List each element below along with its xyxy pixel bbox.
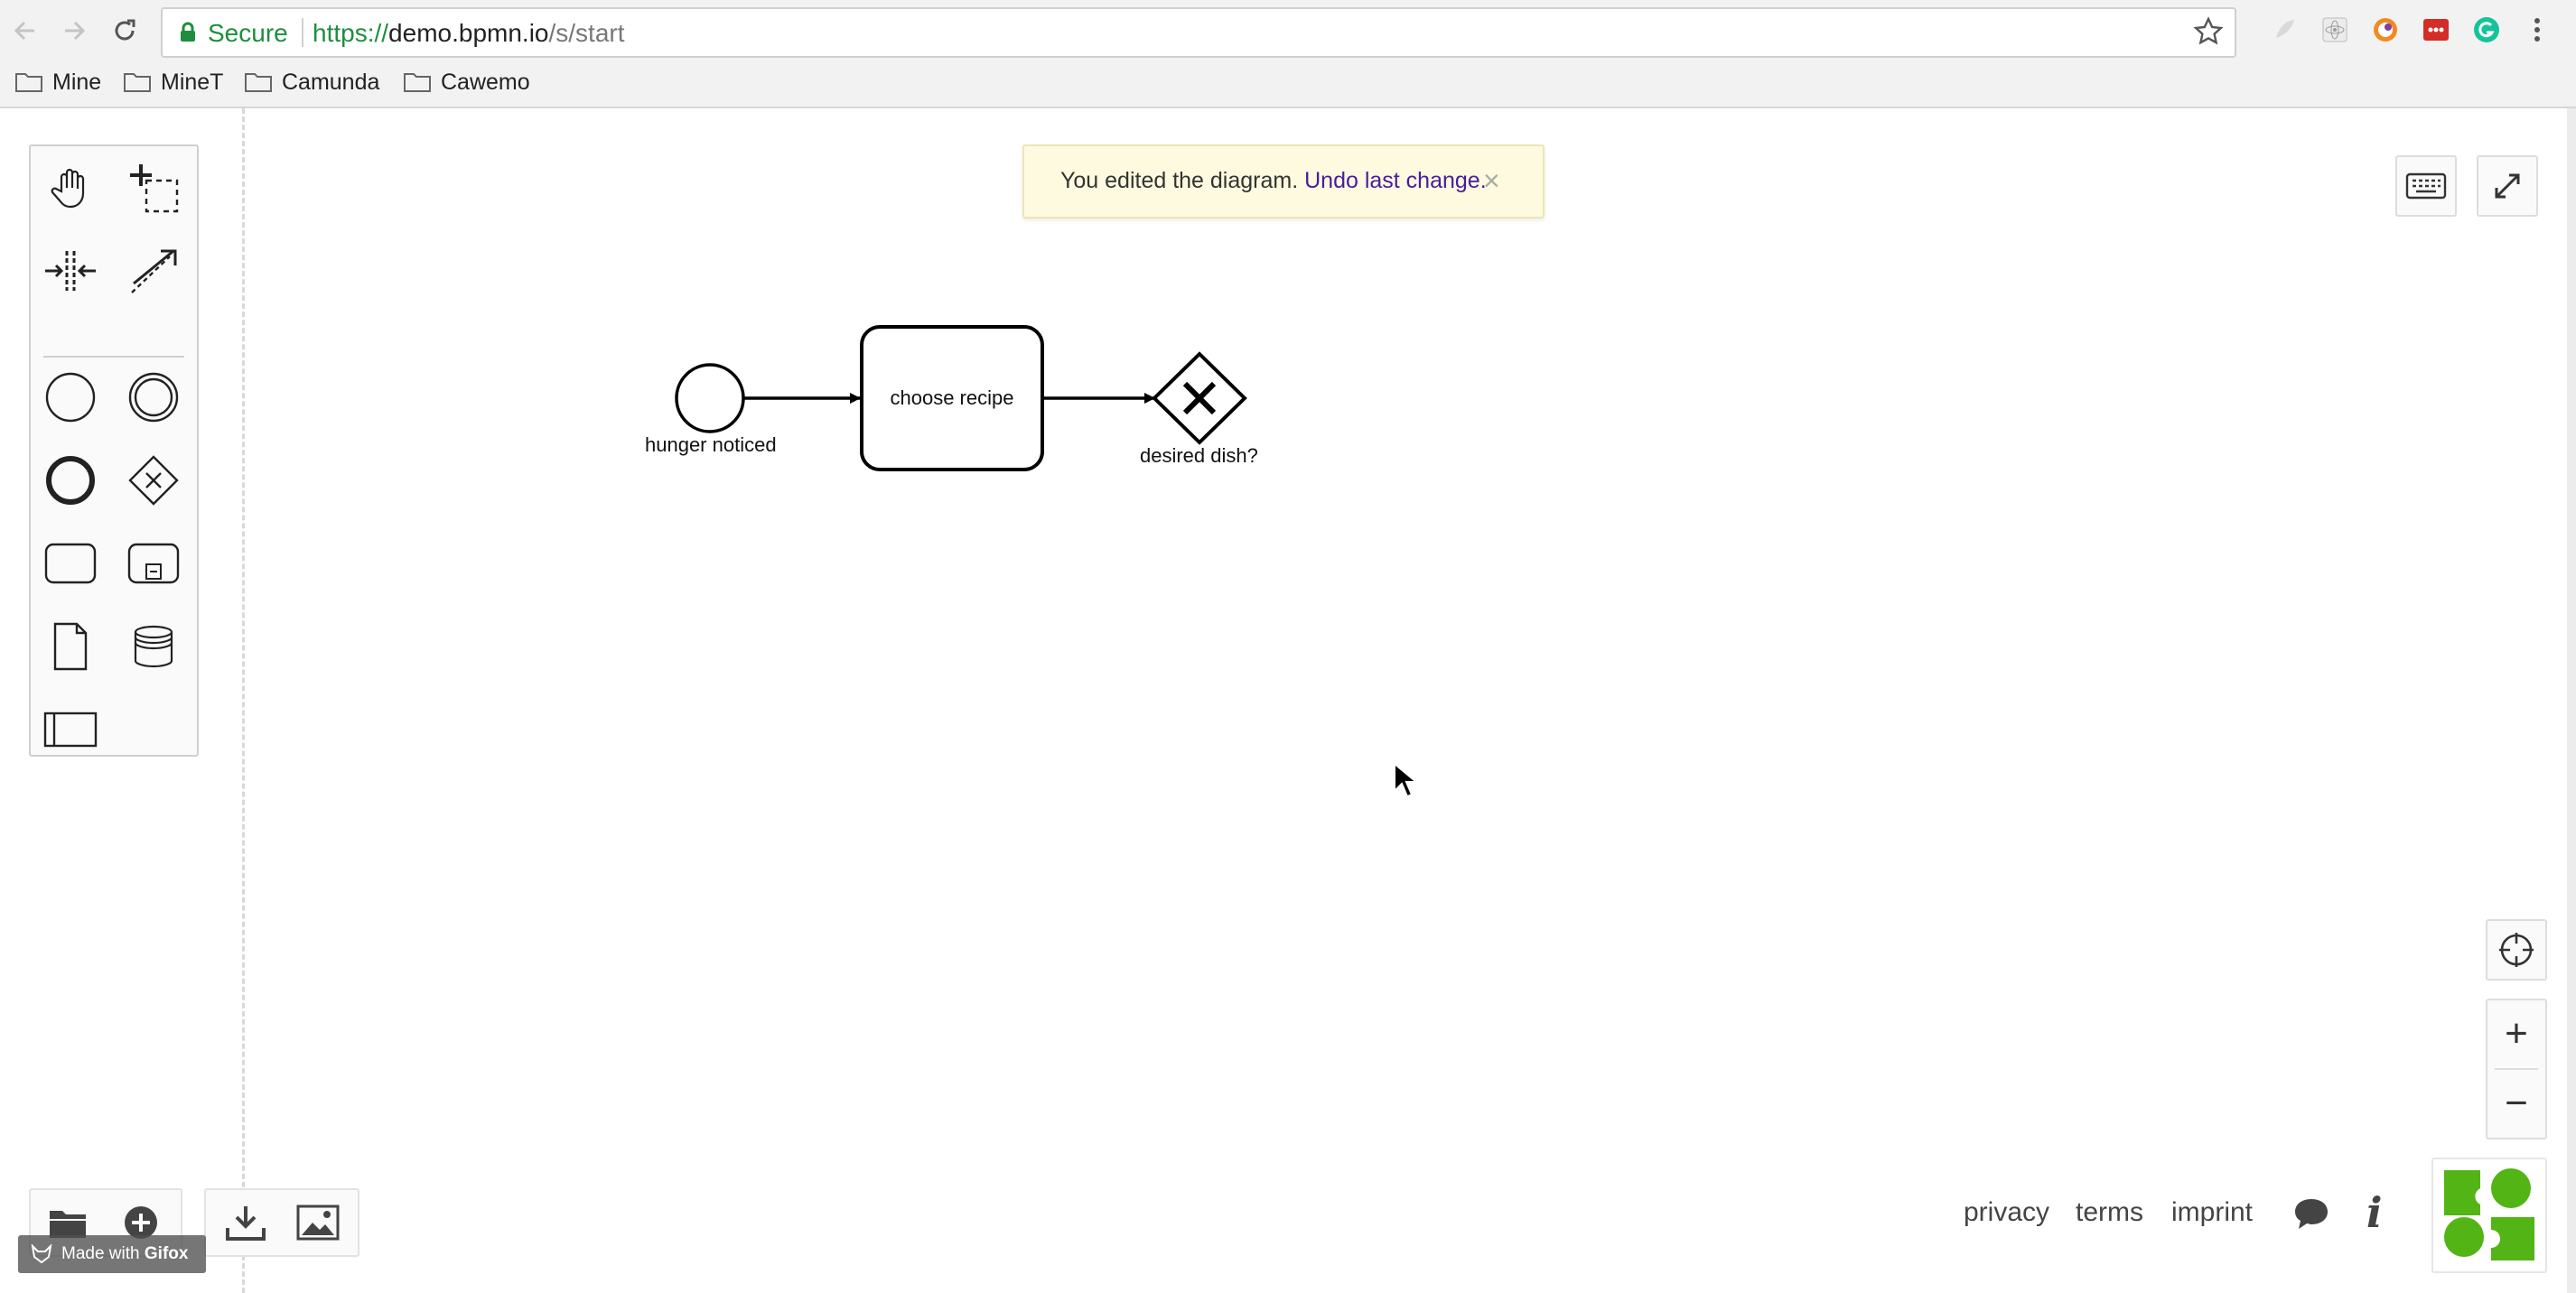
zoom-controls: + − xyxy=(2486,999,2547,1140)
chat-bubble-icon xyxy=(2295,1199,2328,1229)
url-host: demo.bpmn.io xyxy=(388,19,549,47)
url-text[interactable]: https://demo.bpmn.io/s/start xyxy=(313,19,625,48)
start-event-label: hunger noticed xyxy=(645,433,777,456)
imprint-link[interactable]: imprint xyxy=(2171,1197,2253,1228)
notification-close-button[interactable]: × xyxy=(1483,164,1500,198)
secure-label: Secure xyxy=(208,19,288,47)
download-icon xyxy=(226,1206,266,1241)
task-label: choose recipe xyxy=(890,386,1014,409)
mouse-cursor-icon xyxy=(1394,762,1416,798)
bookmark-folder-mine[interactable]: Mine xyxy=(14,67,101,98)
forward-arrow-icon xyxy=(65,21,86,41)
bookmark-star-icon[interactable] xyxy=(2193,16,2224,47)
bookmark-label: Cawemo xyxy=(441,69,530,95)
address-bar[interactable]: Secure https://demo.bpmn.io/s/start xyxy=(161,7,2236,58)
fox-icon xyxy=(31,1244,52,1264)
participant-icon[interactable] xyxy=(38,697,103,762)
keyboard-bindings-button[interactable] xyxy=(2395,155,2457,217)
privacy-link[interactable]: privacy xyxy=(1964,1197,2049,1228)
crosshair-icon xyxy=(2499,933,2534,967)
window-scrollbar[interactable] xyxy=(2567,108,2576,1293)
colorpicker-icon[interactable] xyxy=(2370,14,2401,45)
url-path: /s/start xyxy=(548,19,625,47)
lock-icon xyxy=(181,22,195,42)
bookmark-folder-cawemo[interactable]: Cawemo xyxy=(403,67,530,98)
folder-icon xyxy=(15,73,42,92)
export-controls xyxy=(204,1188,359,1257)
back-button[interactable] xyxy=(7,13,43,49)
bookmark-folder-camunda[interactable]: Camunda xyxy=(244,67,379,98)
folder-icon xyxy=(124,73,151,92)
url-scheme: https:// xyxy=(313,19,389,47)
atom-icon[interactable] xyxy=(2319,14,2350,45)
reset-zoom-button[interactable] xyxy=(2486,919,2547,981)
expand-icon xyxy=(2495,173,2520,199)
data-object-icon[interactable] xyxy=(38,614,103,679)
feedback-button[interactable] xyxy=(2292,1195,2330,1236)
download-svg-button[interactable] xyxy=(289,1194,347,1251)
data-store-icon[interactable] xyxy=(121,614,186,679)
browser-menu-button[interactable] xyxy=(2522,14,2553,45)
reload-button[interactable] xyxy=(107,13,143,49)
fullscreen-button[interactable] xyxy=(2477,155,2538,217)
download-bpmn-button[interactable] xyxy=(217,1194,275,1251)
forward-button[interactable] xyxy=(56,13,92,49)
watermark-brand: Gifox xyxy=(144,1244,189,1263)
zoom-in-button[interactable]: + xyxy=(2487,1000,2545,1067)
bpmn-diagram xyxy=(675,325,1247,471)
bpmn-logo-icon xyxy=(2444,1168,2534,1260)
bookmark-label: Camunda xyxy=(282,69,380,95)
gifox-watermark: Made with Gifox xyxy=(18,1235,206,1273)
lastpass-icon[interactable] xyxy=(2421,14,2451,45)
watermark-made-with: Made with xyxy=(61,1244,140,1263)
image-icon xyxy=(296,1205,340,1241)
folder-icon xyxy=(404,73,431,92)
browser-chrome: Secure https://demo.bpmn.io/s/start Mine… xyxy=(0,0,2576,108)
zoom-out-button[interactable]: − xyxy=(2487,1070,2545,1137)
info-button[interactable]: i xyxy=(2366,1188,2382,1237)
back-arrow-icon xyxy=(14,21,34,41)
watermark-text: Made with Gifox xyxy=(61,1244,188,1264)
reload-icon xyxy=(115,19,135,41)
feather-icon[interactable] xyxy=(2269,14,2300,45)
bpmn-io-logo[interactable] xyxy=(2431,1158,2547,1273)
gateway-label: desired dish? xyxy=(1140,444,1258,467)
terms-link[interactable]: terms xyxy=(2076,1197,2143,1228)
bookmark-label: Mine xyxy=(52,69,102,95)
modeler-canvas[interactable]: You edited the diagram. Undo last change… xyxy=(0,108,2576,1293)
keyboard-icon xyxy=(2405,172,2447,200)
omnibox-divider xyxy=(302,18,303,47)
grammarly-icon[interactable] xyxy=(2471,14,2502,45)
start-event[interactable] xyxy=(675,363,745,433)
bookmark-folder-minet[interactable]: MineT xyxy=(123,67,223,98)
bookmark-label: MineT xyxy=(161,69,224,95)
folder-icon xyxy=(245,73,272,92)
kebab-menu-icon xyxy=(2534,18,2540,42)
bookmarks-bar: Mine MineT Camunda Cawemo xyxy=(0,61,2576,101)
